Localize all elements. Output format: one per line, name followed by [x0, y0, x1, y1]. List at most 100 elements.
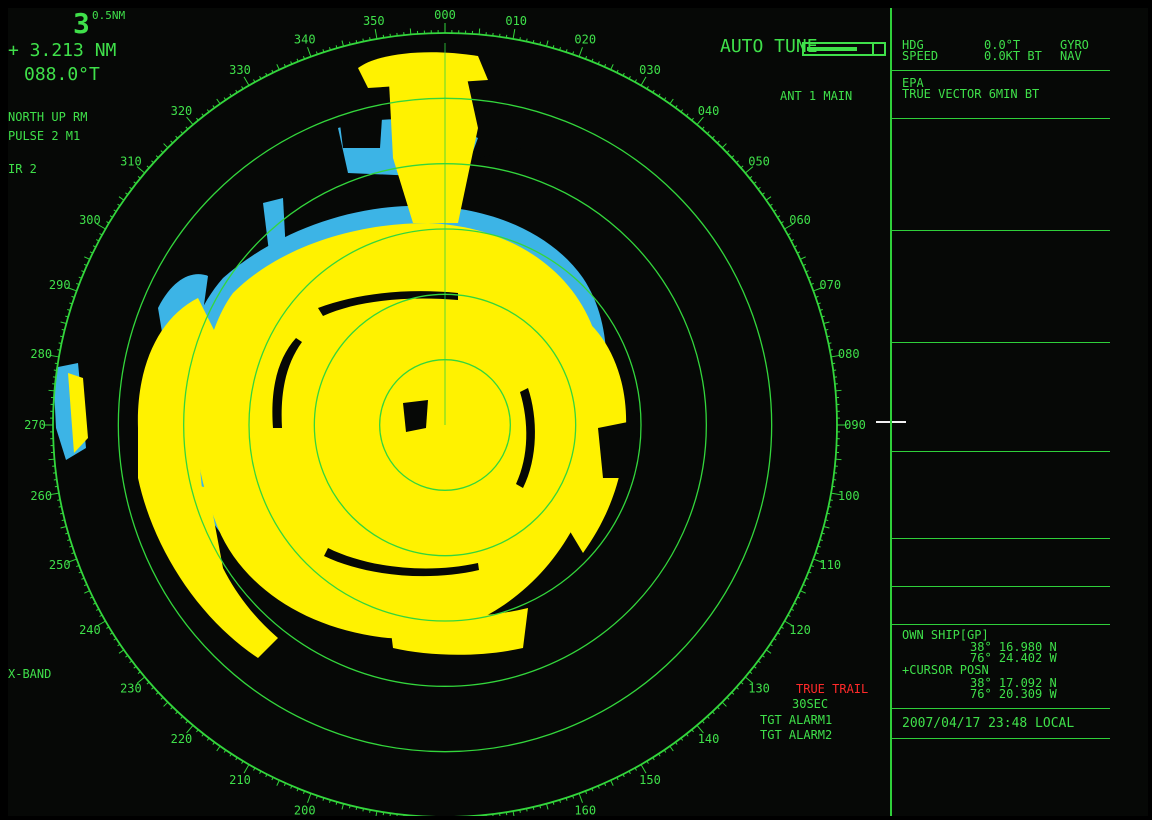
bearing-tick — [628, 76, 631, 80]
bearing-tick — [109, 632, 113, 635]
bearing-label: 280 — [30, 347, 52, 361]
bearing-tick — [640, 764, 647, 774]
bearing-tick — [235, 757, 238, 761]
bearing-tick — [532, 806, 535, 810]
bearing-tick — [780, 221, 784, 224]
bearing-tick — [276, 780, 280, 786]
bearing-tick — [253, 79, 256, 83]
bearing-tick — [640, 76, 647, 86]
bearing-label: 040 — [698, 104, 720, 118]
antenna-selection[interactable]: ANT 1 MAIN — [780, 90, 852, 102]
interference-rejection[interactable]: IR 2 — [8, 163, 37, 175]
bearing-label: 110 — [819, 558, 841, 572]
bearing-tick — [701, 720, 705, 724]
bearing-label: 100 — [838, 489, 860, 503]
bearing-tick — [96, 239, 100, 242]
bearing-tick — [800, 590, 806, 594]
radar-display: 000 010 020 030 040 050 060 070 080 090 100 110 120 1… — [8, 8, 1148, 816]
bearing-tick — [185, 126, 189, 130]
bearing-tick — [731, 691, 735, 695]
bearing-tick — [160, 696, 164, 700]
range-value[interactable]: 3 — [73, 10, 90, 38]
cursor-bearing: 088.0°T — [24, 64, 100, 85]
cursor-posn-label: +CURSOR POSN — [902, 663, 989, 677]
bearing-tick — [170, 140, 174, 144]
bearing-tick — [355, 806, 358, 810]
bearing-tick — [253, 767, 256, 771]
bearing-tick — [113, 209, 117, 212]
bearing-tick — [259, 770, 262, 774]
bearing-tick — [835, 458, 842, 461]
bearing-tick — [180, 131, 184, 135]
bearing-tick — [259, 76, 262, 80]
bearing-label: 160 — [574, 803, 596, 816]
bearing-label: 050 — [748, 154, 770, 168]
speed-value: 0.0KT BT — [984, 49, 1042, 63]
bearing-tick — [58, 342, 62, 344]
band-indicator: X-BAND — [8, 667, 52, 681]
bearing-tick — [241, 760, 244, 764]
bearing-tick — [652, 757, 655, 761]
strong-echo-north-top — [358, 52, 488, 88]
bearing-tick — [826, 335, 830, 338]
bearing-tick — [740, 681, 744, 685]
bearing-tick — [716, 140, 720, 144]
bearing-tick — [761, 655, 765, 658]
bearing-tick — [57, 349, 61, 351]
pulse-setting[interactable]: PULSE 2 M1 — [8, 130, 80, 142]
bearing-tick — [113, 638, 117, 641]
bearing-tick — [60, 512, 64, 515]
bearing-tick — [740, 165, 744, 169]
trail-mode[interactable]: TRUE TRAIL — [796, 683, 868, 695]
bearing-tick — [185, 720, 189, 724]
bearing-tick — [726, 150, 730, 154]
bearing-tick — [58, 506, 62, 508]
bearing-tick — [151, 686, 155, 690]
bearing-tick — [777, 215, 781, 218]
bearing-tick — [374, 29, 378, 40]
bearing-tick — [48, 389, 55, 392]
bearing-tick — [526, 808, 528, 812]
gap-north-2 — [478, 93, 528, 158]
bearing-tick — [646, 86, 649, 90]
bearing-tick — [735, 160, 739, 164]
trail-time[interactable]: 30SEC — [792, 698, 828, 710]
bearing-tick — [117, 203, 121, 207]
bearing-tick — [235, 89, 238, 93]
presentation-mode[interactable]: NORTH UP RM — [8, 111, 87, 123]
target-alarm-2[interactable]: TGT ALARM2 — [760, 729, 832, 741]
bearing-tick — [341, 803, 345, 810]
bearing-tick — [777, 632, 781, 635]
bearing-tick — [610, 780, 614, 786]
bearing-tick — [348, 41, 351, 45]
panel-divider — [892, 586, 1110, 587]
bearing-tick — [769, 203, 773, 207]
bearing-label: 000 — [434, 8, 456, 22]
bearing-tick — [146, 681, 150, 685]
bearing-label: 070 — [819, 278, 841, 292]
bearing-tick — [180, 715, 184, 719]
radar-scope[interactable]: 000 010 020 030 040 050 060 070 080 090 100 110 120 1… — [8, 8, 888, 816]
auto-tune-cap — [872, 44, 884, 54]
bearing-tick — [362, 808, 364, 812]
bearing-tick — [84, 256, 90, 260]
bearing-tick — [163, 143, 169, 149]
bearing-tick — [60, 525, 67, 529]
bearing-label: 030 — [639, 63, 661, 77]
panel-divider — [892, 624, 1110, 625]
bearing-tick — [57, 499, 61, 501]
bearing-tick — [478, 28, 481, 35]
target-alarm-1[interactable]: TGT ALARM1 — [760, 714, 832, 726]
bearing-label: 090 — [844, 418, 866, 432]
panel-divider — [892, 738, 1110, 739]
vector-mode[interactable]: TRUE VECTOR 6MIN BT — [902, 88, 1039, 100]
bearing-tick — [212, 105, 215, 109]
bearing-tick — [787, 233, 791, 236]
bearing-tick — [60, 335, 64, 338]
date-time: 2007/04/17 23:48 LOCAL — [902, 716, 1075, 731]
bearing-tick — [118, 649, 125, 654]
bearing-label: 320 — [171, 104, 193, 118]
cursor-range: + 3.213 NM — [8, 40, 117, 61]
panel-divider — [892, 451, 1110, 452]
bearing-tick — [61, 519, 65, 522]
